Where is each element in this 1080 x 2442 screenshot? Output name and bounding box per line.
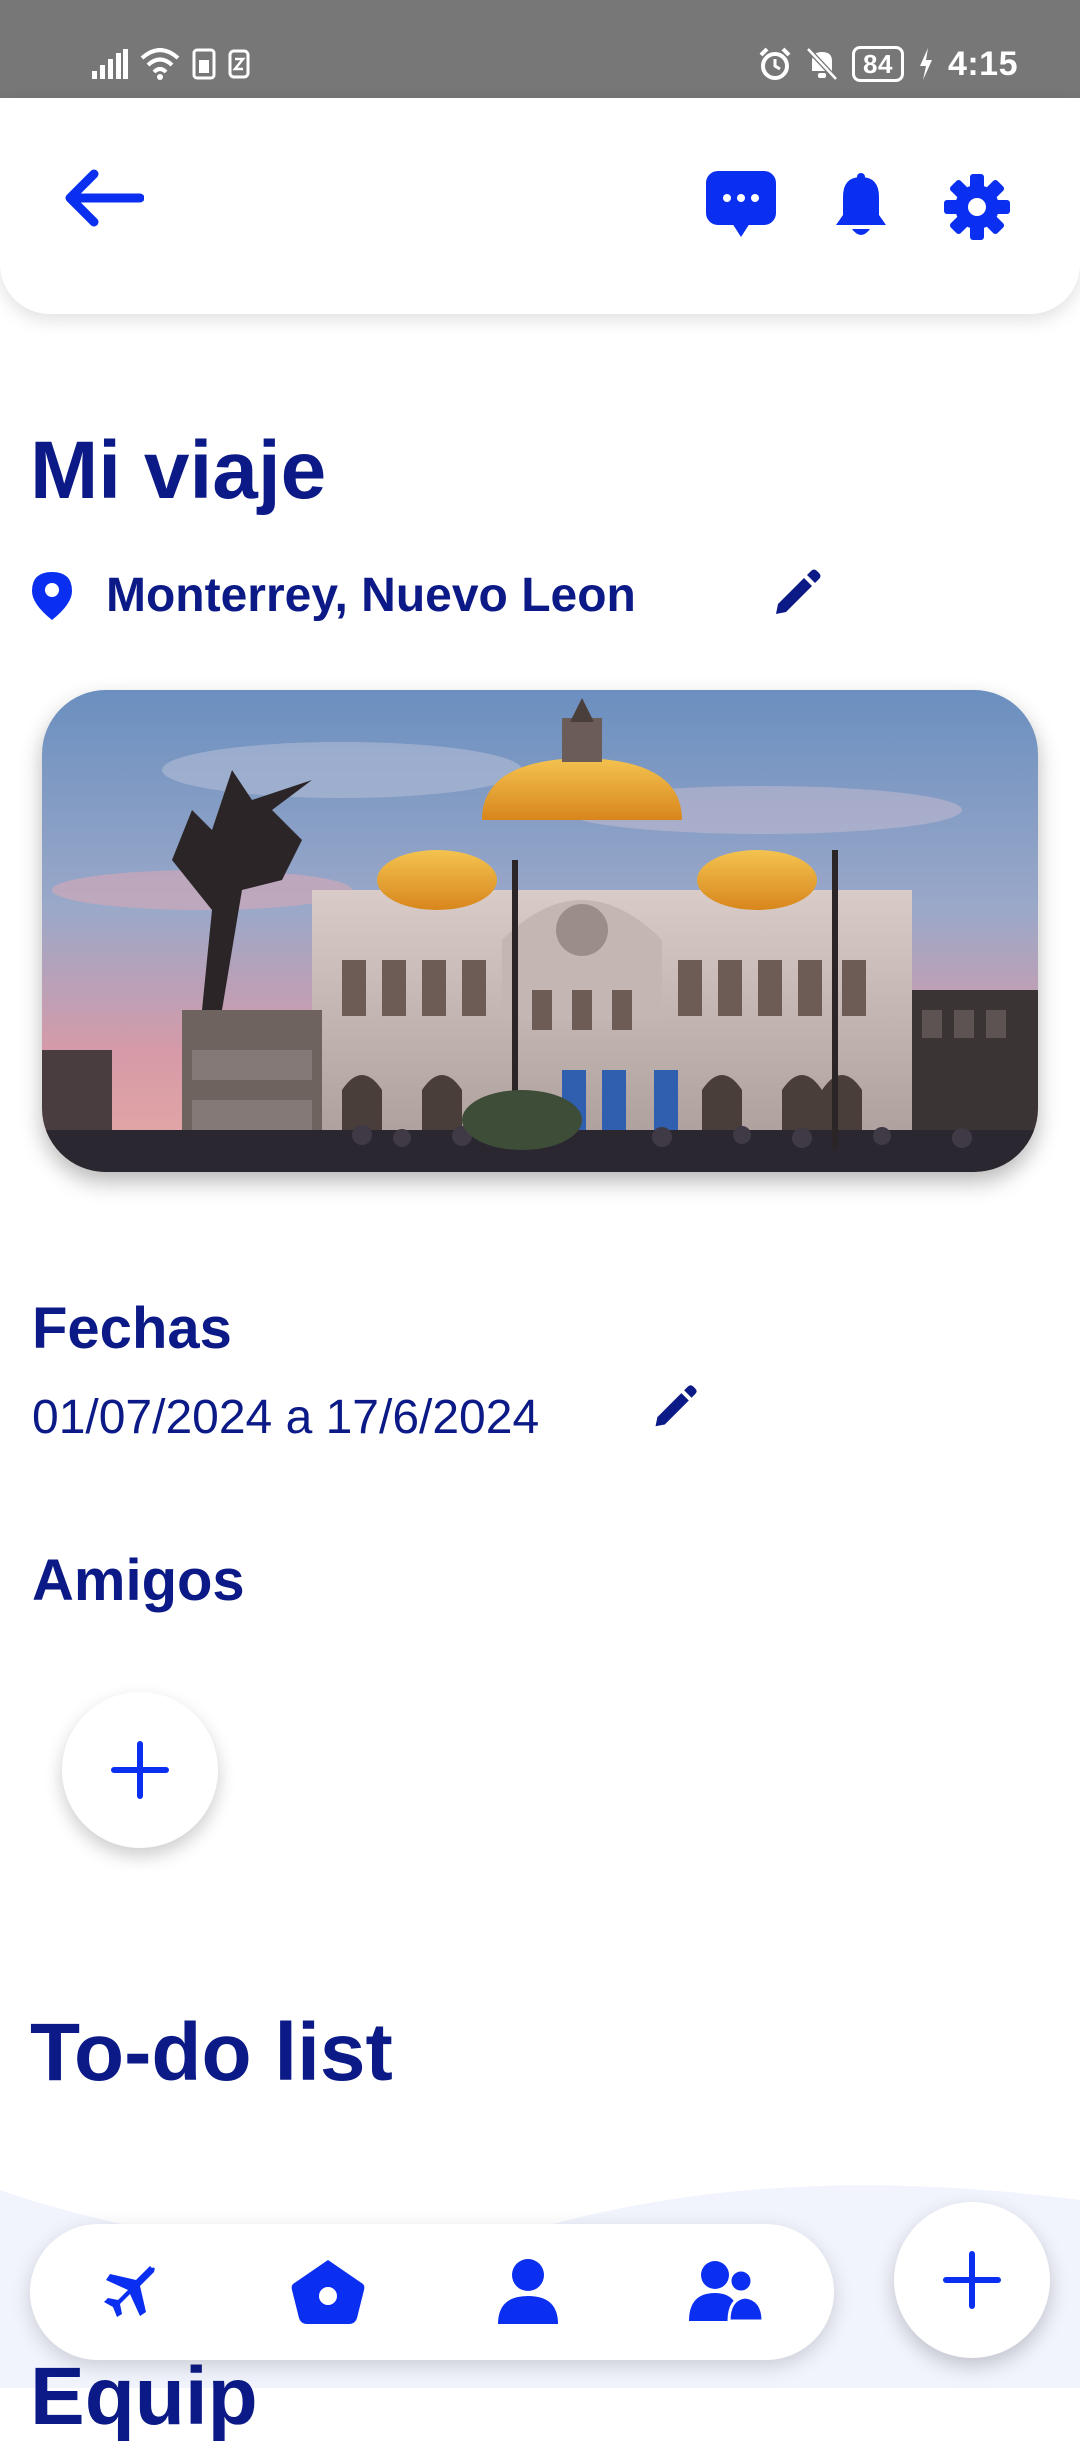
destination-photo — [42, 690, 1038, 1172]
edit-location-button[interactable] — [770, 566, 830, 626]
location-row: Monterrey, Nuevo Leon — [30, 566, 1030, 626]
palacio-bellas-artes-illustration — [42, 690, 1038, 1172]
dates-section-label: Fechas — [32, 1296, 232, 1361]
nav-home[interactable] — [288, 2254, 368, 2330]
trip-dates: 01/07/2024 a 17/6/2024 — [32, 1391, 540, 1444]
edit-dates-button[interactable] — [650, 1382, 706, 1438]
top-header — [0, 98, 1080, 314]
friends-section-label: Amigos — [32, 1548, 245, 1613]
nav-profile[interactable] — [488, 2254, 568, 2330]
plus-icon — [111, 1741, 169, 1799]
nfc-icon — [228, 49, 250, 79]
back-button[interactable] — [56, 156, 152, 240]
gear-icon — [944, 174, 1010, 240]
location-pin-icon — [32, 572, 72, 620]
signal-icon — [92, 49, 128, 79]
todo-list-title: To-do list — [30, 2007, 393, 2098]
add-friend-button[interactable] — [62, 1692, 218, 1848]
home-icon — [291, 2260, 365, 2324]
alarm-icon — [759, 47, 791, 80]
airplane-icon — [104, 2266, 155, 2317]
status-right-icons: 84 4:15 — [758, 36, 1018, 92]
status-time: 4:15 — [947, 44, 1018, 83]
add-fab-button[interactable] — [894, 2202, 1050, 2358]
trip-location: Monterrey, Nuevo Leon — [106, 569, 636, 622]
wifi-icon — [140, 48, 180, 80]
group-icon — [689, 2261, 763, 2323]
pencil-icon — [655, 1385, 697, 1427]
person-icon — [498, 2259, 558, 2324]
status-bar: 84 4:15 — [0, 0, 1080, 98]
arrow-left-icon — [65, 169, 144, 227]
chat-button[interactable] — [704, 168, 778, 242]
chat-bubble-icon — [706, 171, 776, 237]
bell-icon — [836, 173, 886, 235]
next-section-title: Equip — [30, 2351, 258, 2442]
sim-icon — [192, 48, 216, 80]
status-left-icons — [92, 36, 250, 92]
mute-bell-icon — [806, 47, 838, 81]
plus-icon — [943, 2251, 1001, 2309]
battery-level: 84 — [852, 46, 904, 82]
nav-groups[interactable] — [686, 2254, 766, 2330]
settings-button[interactable] — [942, 172, 1012, 242]
charging-icon — [919, 48, 932, 80]
pencil-icon — [776, 569, 821, 614]
nav-trips[interactable] — [90, 2254, 170, 2330]
notifications-button[interactable] — [828, 170, 894, 242]
bottom-navigation — [30, 2224, 834, 2360]
page-title: Mi viaje — [30, 425, 327, 516]
